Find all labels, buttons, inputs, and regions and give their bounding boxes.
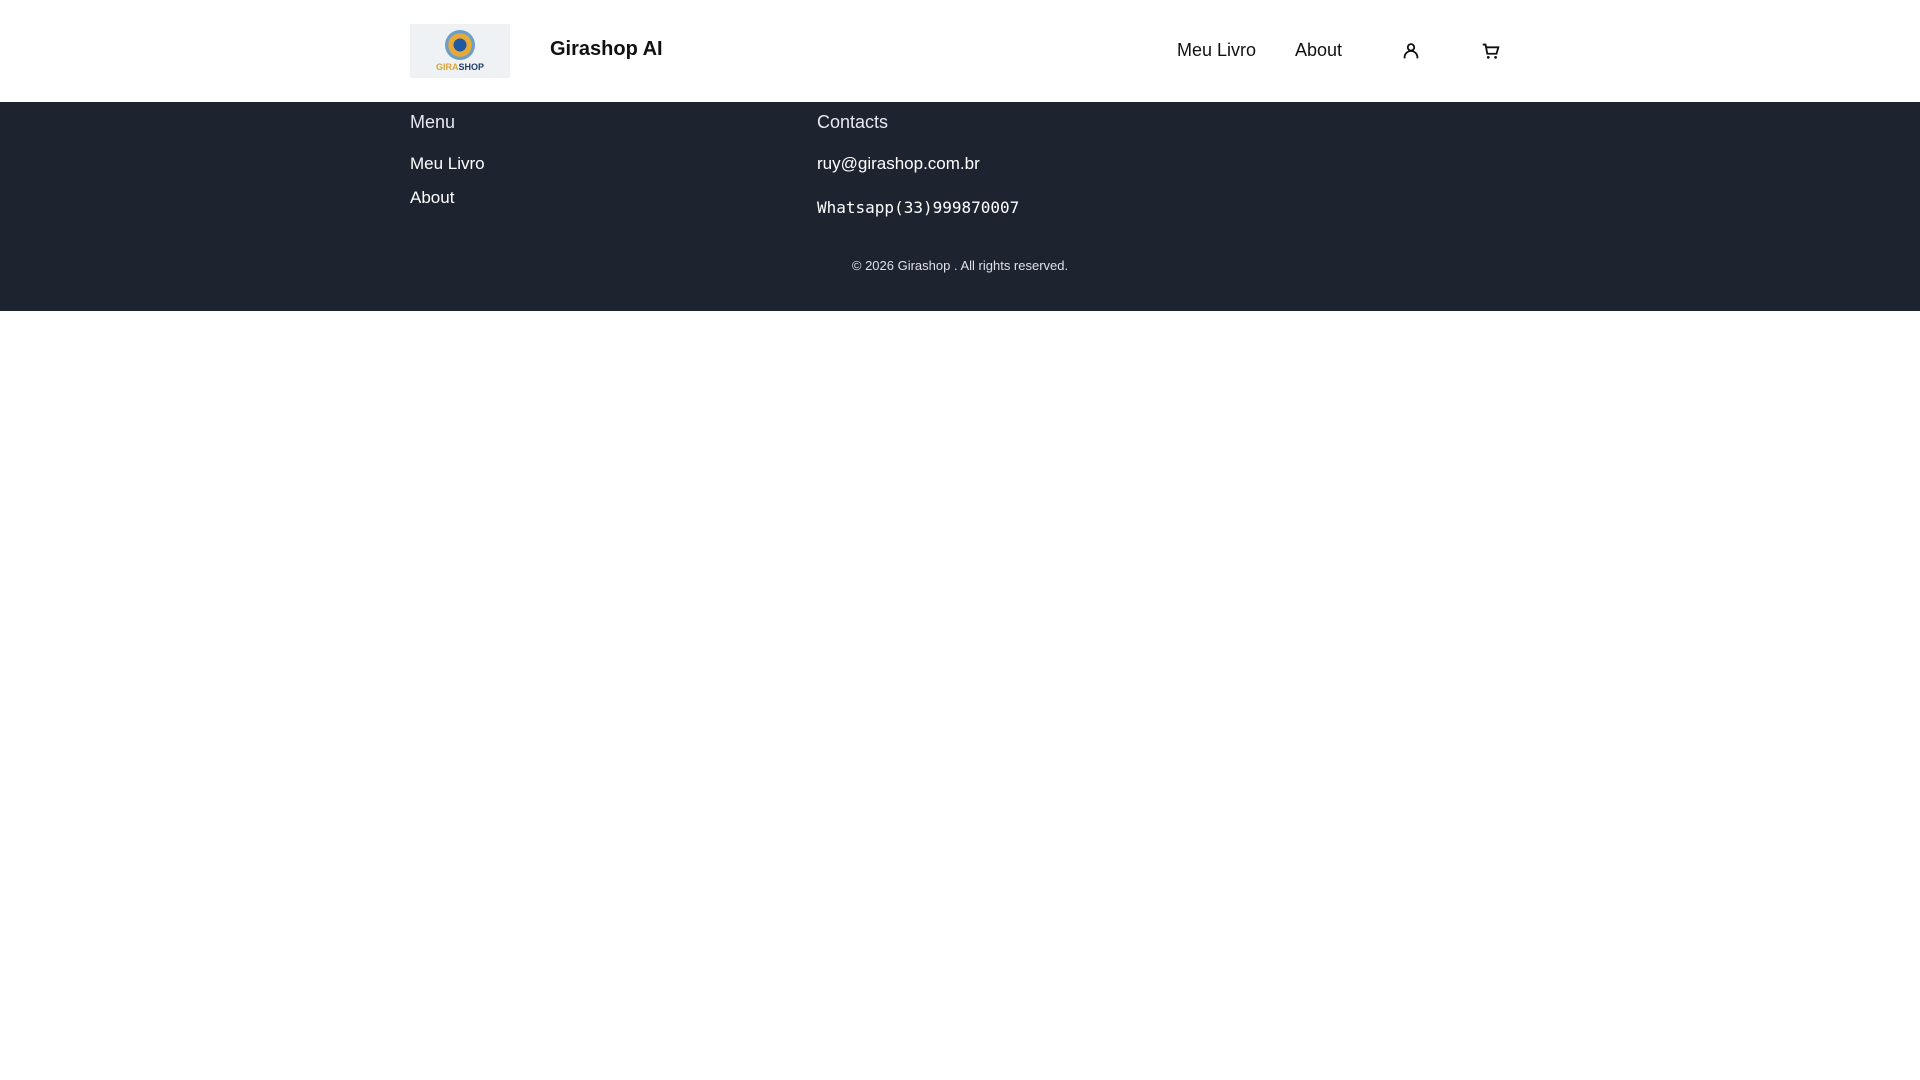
contacts-heading: Contacts: [817, 112, 889, 132]
user-icon[interactable]: [1400, 40, 1422, 62]
contact-whatsapp: Whatsapp(33)999870007: [817, 198, 1020, 217]
cart-icon[interactable]: [1480, 40, 1502, 62]
footer-link-about[interactable]: About: [410, 188, 454, 208]
footer-link-meu-livro[interactable]: Meu Livro: [410, 154, 485, 174]
logo-text: GIRASHOP: [436, 62, 484, 72]
menu-heading: Menu: [410, 112, 456, 132]
logo-text-b: SHOP: [458, 62, 484, 72]
copyright: © 2026 Girashop . All rights reserved.: [851, 258, 1069, 273]
site-title[interactable]: Girashop AI: [550, 38, 663, 61]
contact-email[interactable]: ruy@girashop.com.br: [817, 154, 980, 174]
footer: Menu Meu Livro About Contacts ruy@girash…: [0, 102, 1920, 311]
logo-sun-icon: [445, 30, 475, 60]
header: GIRASHOP Girashop AI Meu Livro About: [0, 0, 1920, 102]
nav-meu-livro[interactable]: Meu Livro: [1177, 40, 1256, 61]
logo-text-a: GIRA: [435, 62, 459, 72]
logo[interactable]: GIRASHOP: [410, 24, 510, 78]
nav-about[interactable]: About: [1295, 40, 1342, 61]
